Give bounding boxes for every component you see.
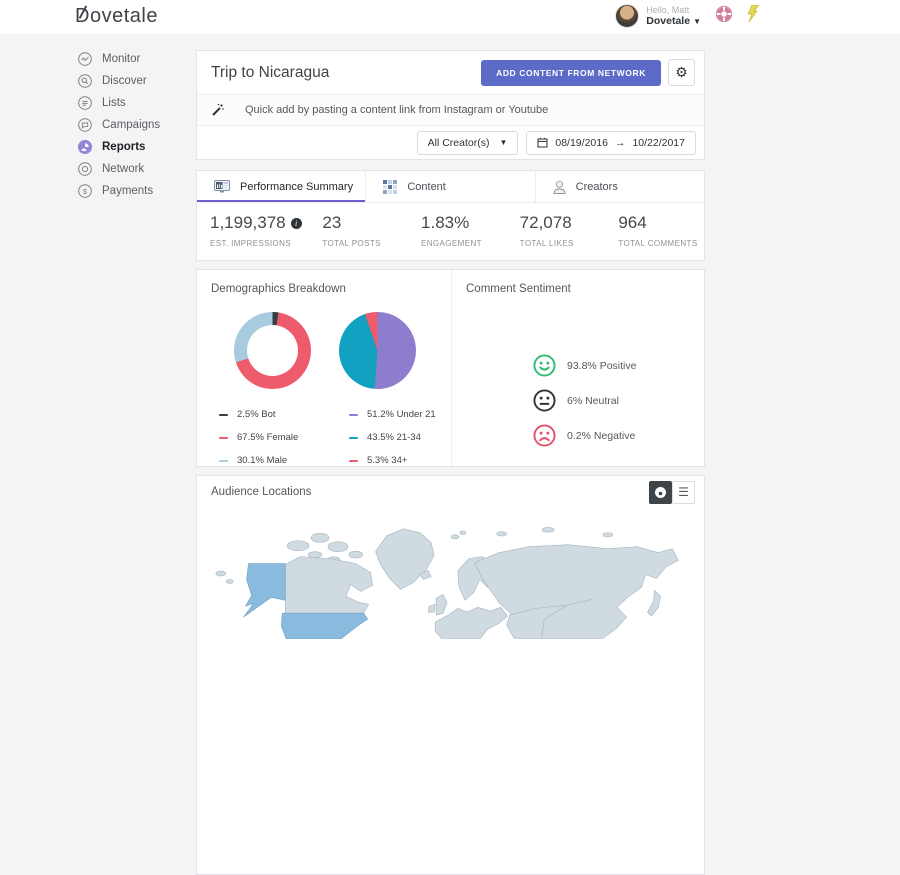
sidebar-item-network[interactable]: Network	[0, 158, 196, 180]
sidebar-item-discover[interactable]: Discover	[0, 70, 196, 92]
add-content-button[interactable]: ADD CONTENT FROM NETWORK	[481, 60, 661, 86]
search-icon	[78, 74, 92, 88]
sentiment-positive-row: 93.8% Positive	[533, 348, 704, 383]
legend-dash	[219, 460, 228, 462]
greeting-text: Hello, Matt	[646, 5, 701, 15]
legend-item: 5.3% 34+	[349, 449, 436, 472]
globe-pin-icon	[654, 486, 667, 499]
summary-card: Performance Summary Content Creators	[196, 170, 705, 261]
tab-creators[interactable]: Creators	[536, 171, 704, 202]
sidebar-item-label: Campaigns	[102, 119, 160, 131]
page-title: Trip to Nicaragua	[211, 64, 481, 82]
gender-donut-chart	[234, 312, 311, 389]
account-name: Dovetale	[646, 15, 690, 27]
stat-total-likes: 72,078TOTAL LIKES	[507, 203, 606, 260]
sidebar-item-lists[interactable]: Lists	[0, 92, 196, 114]
legend-item: 2.5% Bot	[219, 403, 327, 426]
stat-total-posts: 23TOTAL POSTS	[309, 203, 408, 260]
tab-content[interactable]: Content	[366, 171, 535, 202]
map-view-toggle[interactable]	[649, 481, 672, 504]
gear-icon: ⚙	[675, 64, 688, 80]
lists-icon	[78, 96, 92, 110]
campaigns-icon	[78, 118, 92, 132]
sentiment-neutral-row: 6% Neutral	[533, 383, 704, 418]
dashboard-icon	[214, 180, 230, 193]
legend-item: 30.1% Male	[219, 449, 327, 472]
content-grid-icon	[383, 180, 397, 194]
report-tabs: Performance Summary Content Creators	[197, 171, 704, 202]
svg-text:$: $	[83, 187, 88, 196]
tab-performance-summary[interactable]: Performance Summary	[197, 171, 366, 202]
campaign-header-card: Trip to Nicaragua ADD CONTENT FROM NETWO…	[196, 50, 705, 160]
sidebar-item-label: Reports	[102, 141, 145, 153]
demographics-sentiment-card: Demographics Breakdown 2.5% Bot 67.5% Fe…	[196, 269, 705, 467]
dovetale-logo: Dovetale	[75, 5, 158, 28]
smiley-neutral-icon	[533, 389, 556, 412]
list-icon: ☰	[678, 486, 689, 498]
legend-item: 43.5% 21-34	[349, 426, 436, 449]
settings-gear-button[interactable]: ⚙	[668, 59, 695, 86]
magic-wand-icon	[210, 103, 224, 117]
audience-locations-card: Audience Locations ☰	[196, 475, 705, 875]
quick-add-bar[interactable]: Quick add by pasting a content link from…	[197, 94, 704, 125]
account-menu[interactable]: Hello, Matt Dovetale▼	[615, 4, 701, 28]
sentiment-section: Comment Sentiment 93.8% Positive	[451, 270, 704, 466]
info-icon[interactable]: i	[291, 218, 302, 229]
legend-dash	[349, 460, 358, 462]
demographics-title: Demographics Breakdown	[211, 283, 451, 295]
sidebar-item-label: Lists	[102, 97, 126, 109]
quick-add-text: Quick add by pasting a content link from…	[245, 104, 548, 116]
creator-filter-dropdown[interactable]: All Creator(s)▼	[417, 131, 519, 155]
calendar-icon	[537, 137, 548, 148]
avatar[interactable]	[615, 4, 639, 28]
sidebar-item-campaigns[interactable]: Campaigns	[0, 114, 196, 136]
stat-est-impressions: 1,199,378i EST. IMPRESSIONS	[197, 203, 309, 260]
person-icon	[553, 180, 566, 194]
smiley-negative-icon	[533, 424, 556, 447]
date-end: 10/22/2017	[632, 137, 685, 149]
stats-row: 1,199,378i EST. IMPRESSIONS 23TOTAL POST…	[197, 202, 704, 260]
reports-icon	[78, 140, 92, 154]
sidebar-item-monitor[interactable]: Monitor	[0, 48, 196, 70]
legend-dash	[219, 414, 228, 416]
sidebar-nav: Monitor Discover Lists Campaigns Reports…	[0, 48, 196, 202]
legend-item: 67.5% Female	[219, 426, 327, 449]
date-range-picker[interactable]: 08/19/2016 → 10/22/2017	[526, 131, 696, 155]
legend-dash	[349, 414, 358, 416]
date-start: 08/19/2016	[555, 137, 608, 149]
sidebar-item-label: Monitor	[102, 53, 140, 65]
chevron-down-icon: ▼	[693, 17, 701, 26]
legend-item: 51.2% Under 21	[349, 403, 436, 426]
sidebar-item-label: Network	[102, 163, 144, 175]
smiley-positive-icon	[533, 354, 556, 377]
tab-label: Content	[407, 181, 446, 193]
sidebar-item-reports[interactable]: Reports	[0, 136, 196, 158]
monitor-icon	[78, 52, 92, 66]
top-header: Dovetale Hello, Matt Dovetale▼	[0, 0, 900, 34]
stat-engagement: 1.83%ENGAGEMENT	[408, 203, 507, 260]
sentiment-title: Comment Sentiment	[466, 283, 704, 295]
sidebar-item-label: Payments	[102, 185, 153, 197]
audience-title: Audience Locations	[211, 486, 649, 498]
demographics-section: Demographics Breakdown 2.5% Bot 67.5% Fe…	[197, 270, 451, 466]
list-view-toggle[interactable]: ☰	[672, 481, 695, 504]
age-pie-chart	[339, 312, 416, 389]
chevron-down-icon: ▼	[499, 138, 507, 147]
sidebar-item-label: Discover	[102, 75, 147, 87]
sidebar-item-payments[interactable]: $ Payments	[0, 180, 196, 202]
lightning-bolt-icon[interactable]	[747, 5, 760, 27]
legend-dash	[349, 437, 358, 439]
world-map	[197, 508, 706, 639]
network-icon	[78, 162, 92, 176]
stat-total-comments: 964TOTAL COMMENTS	[605, 203, 704, 260]
help-lifebuoy-icon[interactable]	[715, 5, 733, 28]
tab-label: Performance Summary	[240, 181, 353, 193]
payments-icon: $	[78, 184, 92, 198]
date-arrow: →	[615, 137, 626, 149]
tab-label: Creators	[576, 181, 618, 193]
sentiment-negative-row: 0.2% Negative	[533, 418, 704, 453]
legend-dash	[219, 437, 228, 439]
